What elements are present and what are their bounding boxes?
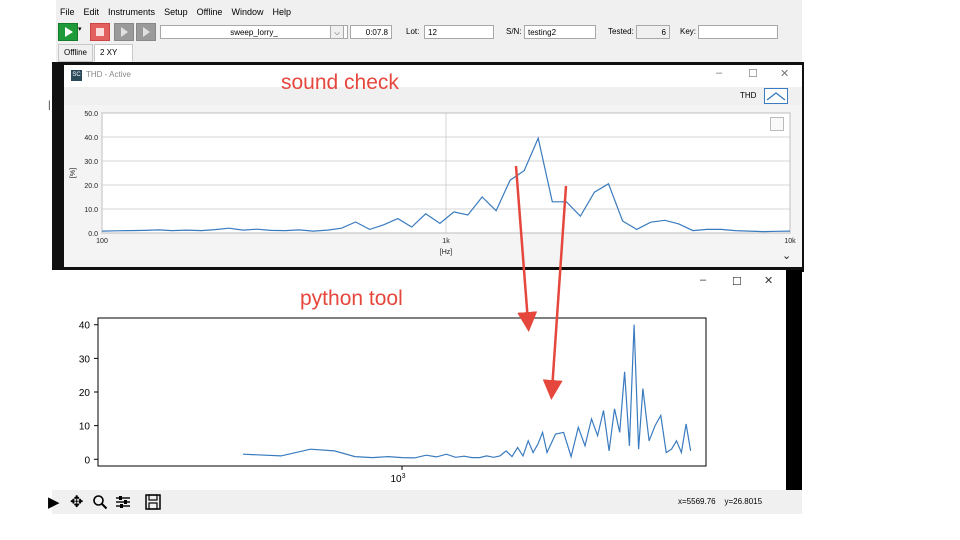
sequence-dropdown-button[interactable]: ⌵ (330, 25, 344, 39)
close-icon[interactable]: ✕ (780, 67, 789, 80)
thd-ytick-label: 40.0 (84, 135, 98, 142)
lot-field[interactable]: 12 (424, 25, 494, 39)
python-ytick-label: 40 (79, 321, 91, 332)
thd-chart: 0.0 10.0 20.0 30.0 40.0 50.0 100 1k 10k [Hz] [%] (70, 111, 796, 256)
menu-file[interactable]: File (56, 4, 80, 20)
sn-label: S/N: (506, 27, 522, 36)
thd-ytick-label: 50.0 (84, 111, 98, 118)
menu-window[interactable]: Window (227, 4, 268, 20)
magnifier-icon[interactable] (92, 494, 108, 510)
sequence-field[interactable]: sweep_lorry_ (160, 25, 348, 39)
thd-title-bar: SC THD - Active – ☐ ✕ (64, 65, 802, 87)
step-icon[interactable] (114, 23, 134, 41)
thd-xtick-label: 10k (784, 238, 796, 245)
sliders-icon[interactable] (114, 494, 132, 510)
pan-icon[interactable]: ✥ (70, 492, 83, 512)
tab-xy-graphs[interactable]: 2 XY Graphs and Results (94, 44, 133, 105)
save-icon[interactable] (144, 493, 162, 511)
trend-icon (766, 92, 786, 101)
menu-help[interactable]: Help (268, 4, 296, 20)
sound-check-annotation: sound check (281, 71, 399, 94)
python-ytick-label: 20 (79, 388, 91, 399)
stop-icon[interactable] (90, 23, 110, 41)
thd-window: SC THD - Active – ☐ ✕ THD 0.0 10.0 20.0 30.… (64, 65, 802, 267)
tested-label: Tested: (608, 27, 634, 36)
play-icon[interactable] (58, 23, 78, 41)
tab-offline[interactable]: Offline (58, 44, 93, 62)
python-ytick-label: 0 (84, 455, 90, 466)
thd-legend-bar: THD (64, 87, 802, 105)
python-plot-window: – ☐ ✕ 0 10 20 30 40 103 (52, 270, 802, 516)
play-dropdown-arrow-icon[interactable]: ▾ (78, 25, 82, 33)
window-shadow-edge (786, 270, 802, 490)
menu-setup[interactable]: Setup (160, 4, 193, 20)
key-label: Key: (680, 27, 697, 36)
thd-yaxis-label: [%] (70, 168, 77, 178)
key-field[interactable] (698, 25, 778, 39)
thd-ytick-label: 0.0 (88, 231, 98, 238)
background-window-edge: | (0, 0, 52, 270)
chevron-down-icon: ⌵ (334, 30, 340, 37)
thd-xtick-label: 1k (442, 238, 450, 245)
maximize-icon[interactable]: ☐ (748, 67, 758, 80)
soundcheck-logo-icon: SC (71, 70, 82, 81)
thd-ytick-label: 20.0 (84, 183, 98, 190)
legend-label: THD (740, 91, 757, 100)
cursor-coordinates: x=5569.76 y=26.8015 (678, 497, 763, 506)
edge-fragment: | (48, 100, 51, 111)
menu-offline[interactable]: Offline (193, 4, 228, 20)
forward-icon[interactable]: ▶ (48, 493, 60, 511)
thd-ytick-label: 30.0 (84, 159, 98, 166)
menu-edit[interactable]: Edit (80, 4, 105, 20)
sn-field[interactable]: testing2 (524, 25, 596, 39)
python-ytick-label: 30 (79, 354, 91, 365)
next-icon[interactable] (136, 23, 156, 41)
sequence-name: sweep_lorry_ (230, 28, 278, 37)
matplotlib-toolbar: ▶ ✥ x=5569.76 y=26.8015 (48, 490, 802, 514)
python-ytick-label: 10 (79, 422, 91, 433)
toolbar: ▾ sweep_lorry_ ⌵ 0:07.8 Lot: 12 S/N: tes… (56, 22, 802, 42)
minimize-icon[interactable]: – (716, 67, 722, 79)
python-axes-frame (97, 317, 707, 467)
expand-chevron-icon[interactable]: ⌄ (782, 249, 791, 262)
thd-window-title: THD - Active (86, 70, 131, 79)
menu-bar: File Edit Instruments Setup Offline Wind… (56, 4, 296, 20)
tested-count: 6 (636, 25, 670, 39)
thd-xaxis-label: [Hz] (440, 249, 453, 256)
thd-xtick-label: 100 (96, 238, 108, 245)
python-chart: 0 10 20 30 40 103 (79, 317, 707, 485)
elapsed-time: 0:07.8 (350, 25, 392, 39)
python-xtick-label: 103 (390, 473, 405, 485)
soundcheck-main-window: File Edit Instruments Setup Offline Wind… (56, 0, 802, 105)
lot-label: Lot: (406, 27, 420, 36)
export-icon[interactable] (770, 117, 784, 131)
legend-swatch[interactable] (764, 88, 788, 104)
python-tool-annotation: python tool (300, 287, 403, 310)
menu-instruments[interactable]: Instruments (104, 4, 160, 20)
thd-ytick-label: 10.0 (84, 207, 98, 214)
thd-plot-area: 0.0 10.0 20.0 30.0 40.0 50.0 100 1k 10k [Hz] [%] ⌄ (64, 105, 802, 267)
